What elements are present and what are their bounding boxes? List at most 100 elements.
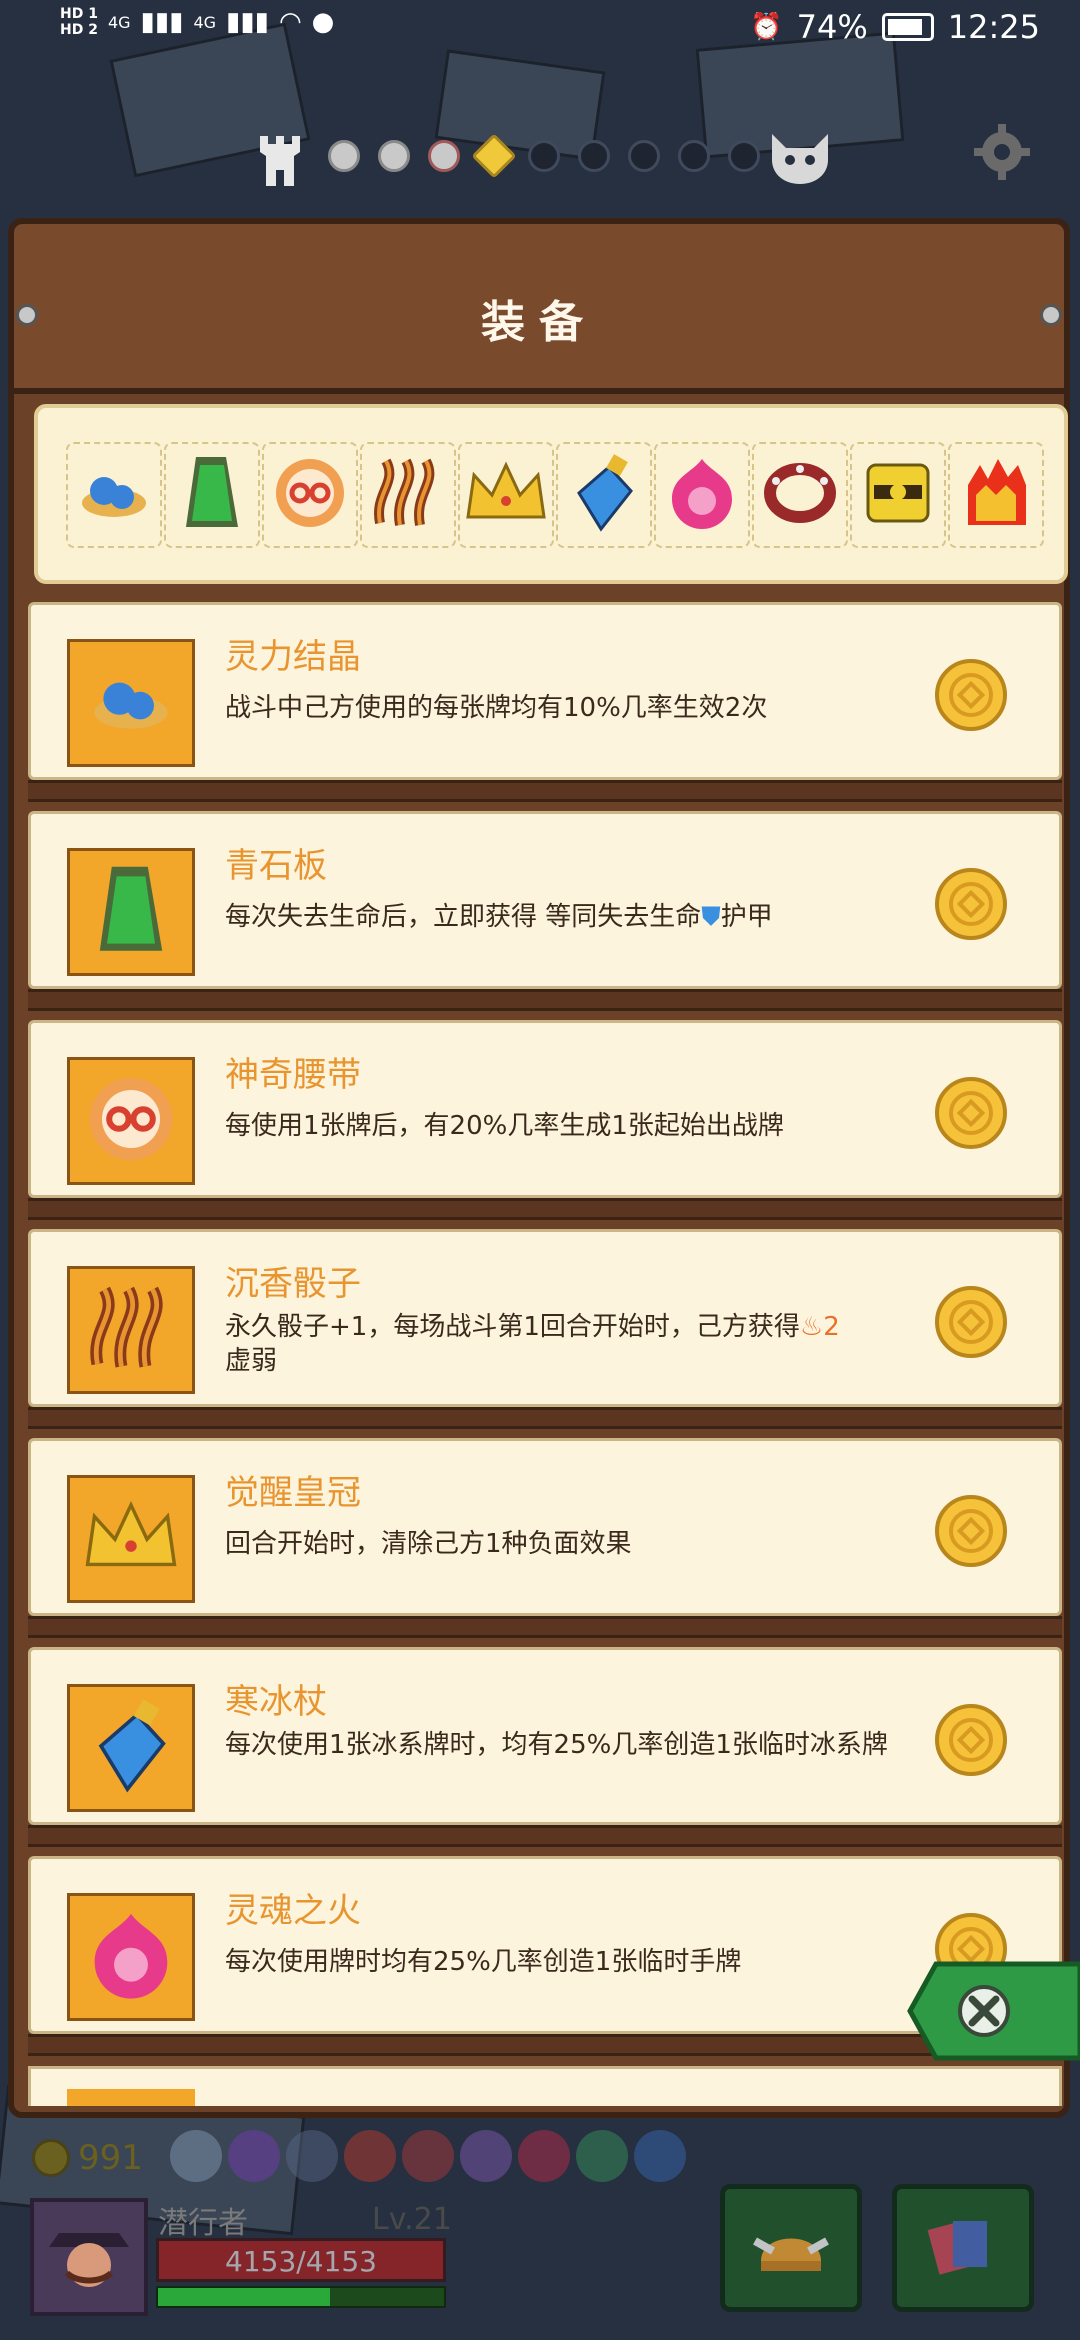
tower-icon[interactable]: [256, 132, 304, 190]
shield-icon: ⛊: [701, 902, 721, 932]
strip-cell[interactable]: [948, 442, 1044, 548]
relic-icon[interactable]: [576, 2130, 628, 2182]
item-description: 战斗中己方使用的每张牌均有10%几率生效2次: [225, 693, 768, 723]
map-node-visited[interactable]: [428, 140, 460, 172]
strip-cell[interactable]: [360, 442, 456, 548]
relic-icon[interactable]: [228, 2130, 280, 2182]
equipment-list[interactable]: 灵力结晶 战斗中己方使用的每张牌均有10%几率生效2次 青石板 每次失去生命后，…: [28, 596, 1062, 2106]
spirit-crystal-icon: [85, 666, 177, 740]
item-description: 永久骰子+1，每场战斗第1回合开始时，己方获得♨2 虚弱: [225, 1310, 945, 1378]
item-name: 神奇腰带: [225, 1055, 361, 1095]
item-card[interactable]: 灵力结晶 战斗中己方使用的每张牌均有10%几率生效2次: [28, 602, 1062, 780]
gold-coin-icon[interactable]: [933, 1702, 1009, 1778]
gold-coin-icon[interactable]: [933, 657, 1009, 733]
gold-coin-icon[interactable]: [933, 1284, 1009, 1360]
relic-icon[interactable]: [170, 2130, 222, 2182]
strip-cell[interactable]: [850, 442, 946, 548]
magic-belt-icon: [272, 455, 348, 535]
strip-cell[interactable]: [654, 442, 750, 548]
wifi-icon: ◠: [278, 7, 302, 37]
item-card[interactable]: 觉醒皇冠 回合开始时，清除己方1种负面效果: [28, 1438, 1062, 1616]
debuff-count: 2: [823, 1312, 840, 1342]
spirit-crystal-icon: [74, 463, 154, 527]
soul-fire-icon: [85, 1909, 177, 2005]
strip-cell[interactable]: [458, 442, 554, 548]
map-node[interactable]: [578, 140, 610, 172]
item-card[interactable]: 沉香骰子 永久骰子+1，每场战斗第1回合开始时，己方获得♨2 虚弱: [28, 1229, 1062, 1407]
item-description: 每次使用牌时均有25%几率创造1张临时手牌: [225, 1947, 742, 1977]
item-name: 灵力结晶: [225, 637, 361, 677]
deck-button[interactable]: [892, 2184, 1034, 2312]
list-item[interactable]: 灵力结晶 战斗中己方使用的每张牌均有10%几率生效2次: [28, 596, 1062, 805]
item-icon-frame: [67, 2089, 195, 2106]
item-icon-frame: [67, 1266, 195, 1394]
hero-level: Lv.21: [372, 2202, 452, 2237]
strip-cell[interactable]: [66, 442, 162, 548]
item-description: 每使用1张牌后，有20%几率生成1张起始出战牌: [225, 1111, 784, 1141]
list-item[interactable]: 沉香骰子 永久骰子+1，每场战斗第1回合开始时，己方获得♨2 虚弱: [28, 1223, 1062, 1432]
close-button[interactable]: [906, 1960, 1080, 2062]
green-slate-icon: [95, 862, 167, 962]
relic-icon[interactable]: [518, 2130, 570, 2182]
incense-dice-icon: [83, 1280, 179, 1380]
list-item-partial[interactable]: [28, 2066, 1062, 2106]
map-node-visited[interactable]: [378, 140, 410, 172]
xp-bar: [156, 2286, 446, 2308]
map-node[interactable]: [528, 140, 560, 172]
item-card[interactable]: 神奇腰带 每使用1张牌后，有20%几率生成1张起始出战牌: [28, 1020, 1062, 1198]
panel-header: 装备: [14, 224, 1064, 394]
bottom-hud: 991 潜行者 Lv.21 4153/4153: [0, 2118, 1080, 2340]
gold-amount: 991: [78, 2138, 143, 2178]
item-description: 每次失去生命后，立即获得 等同失去生命⛊护甲: [225, 900, 945, 934]
relic-icon[interactable]: [402, 2130, 454, 2182]
equipment-button[interactable]: [720, 2184, 862, 2312]
relic-icon[interactable]: [634, 2130, 686, 2182]
list-item[interactable]: 神奇腰带 每使用1张牌后，有20%几率生成1张起始出战牌: [28, 1014, 1062, 1223]
item-description-part: 永久骰子+1，每场战斗第1回合开始时，己方获得: [225, 1312, 800, 1342]
gear-icon[interactable]: [972, 122, 1032, 197]
strip-cell[interactable]: [262, 442, 358, 548]
relic-icon[interactable]: [286, 2130, 338, 2182]
gold-coin-icon[interactable]: [933, 1493, 1009, 1569]
list-item[interactable]: 觉醒皇冠 回合开始时，清除己方1种负面效果: [28, 1432, 1062, 1641]
boss-icon[interactable]: [768, 130, 832, 198]
soul-fire-icon: [664, 455, 740, 535]
hp-text: 4153/4153: [225, 2245, 377, 2278]
relic-icon[interactable]: [344, 2130, 396, 2182]
net1-label: 4G: [107, 12, 131, 32]
strip-cell[interactable]: [164, 442, 260, 548]
item-icon-frame: [67, 1684, 195, 1812]
hero-portrait[interactable]: [30, 2198, 148, 2316]
clock: 12:25: [947, 8, 1040, 46]
item-description-part: 每次失去生命后，立即获得 等同失去生命: [225, 902, 702, 932]
map-node[interactable]: [678, 140, 710, 172]
shelf: [28, 1407, 1062, 1429]
map-node[interactable]: [728, 140, 760, 172]
hero-name: 潜行者: [158, 2206, 248, 2241]
item-name: 寒冰杖: [225, 1682, 327, 1722]
helmet-icon: [751, 2211, 831, 2285]
item-icon-frame: [67, 639, 195, 767]
shelf: [28, 780, 1062, 802]
map-node[interactable]: [628, 140, 660, 172]
green-slate-icon: [182, 453, 242, 537]
strip-cell[interactable]: [752, 442, 848, 548]
alarm-icon: ⏰: [750, 12, 783, 42]
item-card[interactable]: 寒冰杖 每次使用1张冰系牌时，均有25%几率创造1张临时冰系牌: [28, 1647, 1062, 1825]
item-icon-frame: [67, 848, 195, 976]
item-description: 每次使用1张冰系牌时，均有25%几率创造1张临时冰系牌: [225, 1730, 888, 1760]
map-node-visited[interactable]: [328, 140, 360, 172]
hp-bar: 4153/4153: [156, 2238, 446, 2282]
strip-cell[interactable]: [556, 442, 652, 548]
relic-row: [170, 2130, 686, 2182]
item-card[interactable]: 青石板 每次失去生命后，立即获得 等同失去生命⛊护甲: [28, 811, 1062, 989]
battery-percent: 74%: [796, 8, 868, 46]
gold-coin-icon[interactable]: [933, 866, 1009, 942]
list-item[interactable]: 寒冰杖 每次使用1张冰系牌时，均有25%几率创造1张临时冰系牌: [28, 1641, 1062, 1850]
gold-coin-icon[interactable]: [933, 1075, 1009, 1151]
map-node-current[interactable]: [471, 133, 517, 179]
ice-staff-icon: [569, 453, 639, 537]
list-item[interactable]: 青石板 每次失去生命后，立即获得 等同失去生命⛊护甲: [28, 805, 1062, 1014]
fire-cube-icon: [958, 455, 1034, 535]
relic-icon[interactable]: [460, 2130, 512, 2182]
